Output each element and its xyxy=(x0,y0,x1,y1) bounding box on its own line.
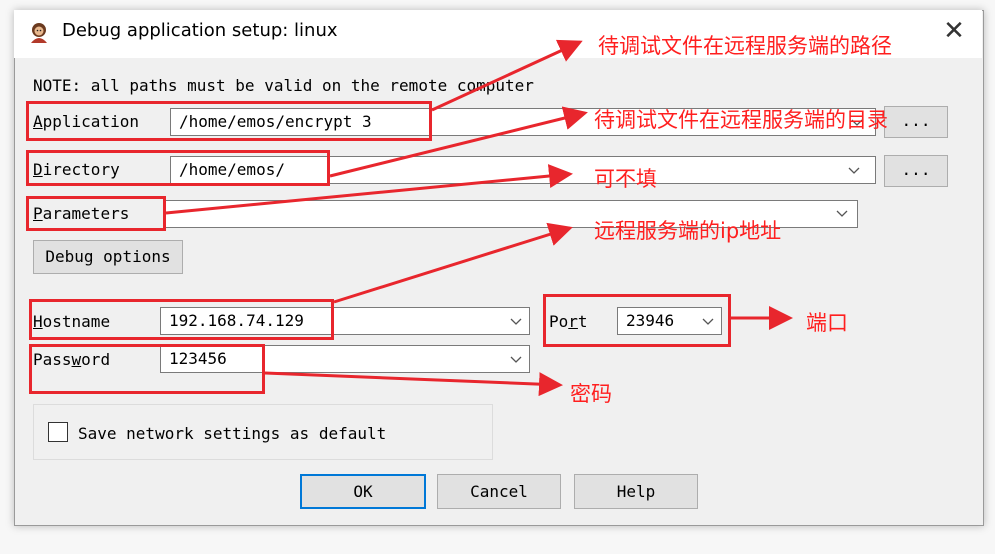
arrow-directory xyxy=(329,106,588,178)
arrow-password xyxy=(264,371,563,397)
annotation-arrows xyxy=(165,39,793,397)
annotation-hostname: 远程服务端的ip地址 xyxy=(594,219,782,243)
annotation-directory: 待调试文件在远程服务端的目录 xyxy=(594,108,888,132)
annotation-password: 密码 xyxy=(570,382,612,406)
annotation-parameters: 可不填 xyxy=(594,167,657,191)
arrow-parameters xyxy=(165,164,573,215)
arrow-hostname xyxy=(333,222,573,304)
arrow-application xyxy=(431,39,583,112)
annotation-application: 待调试文件在远程服务端的路径 xyxy=(598,34,892,58)
annotation-port: 端口 xyxy=(806,311,848,335)
